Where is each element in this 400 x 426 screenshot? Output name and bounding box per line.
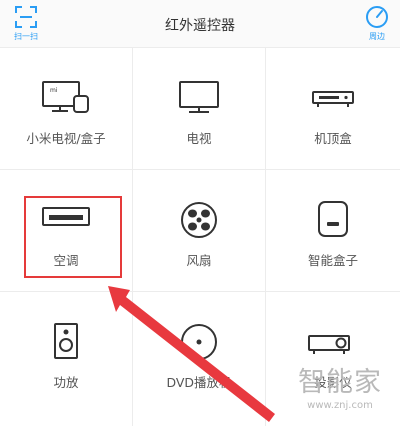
watermark-logo: 智能家 xyxy=(298,367,382,398)
watermark-url: www.znj.com xyxy=(307,400,373,411)
watermark: 智能家 www.znj.com xyxy=(290,360,390,411)
